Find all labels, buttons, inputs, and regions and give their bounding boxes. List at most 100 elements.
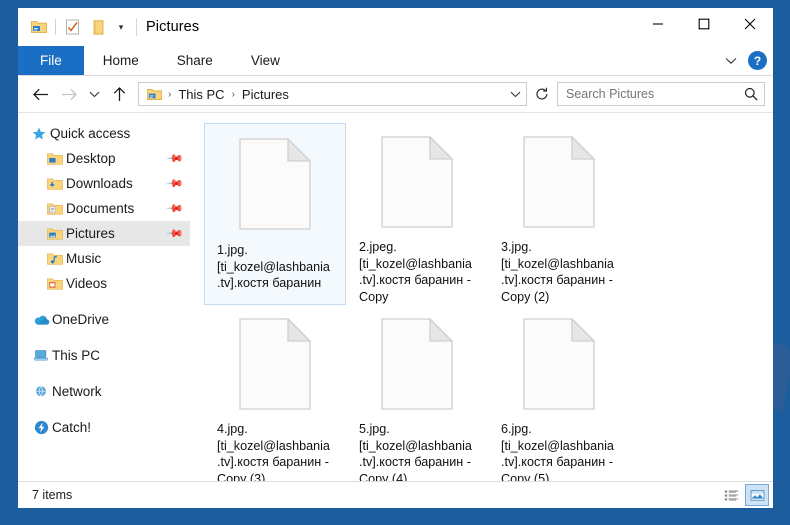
title-bar: ▾ Pictures <box>18 8 773 46</box>
help-icon[interactable]: ? <box>748 51 767 70</box>
item-count: 7 items <box>32 488 73 502</box>
sidebar-item-videos[interactable]: Videos <box>18 271 190 296</box>
blank-document-icon <box>369 313 465 415</box>
desktop-folder-icon <box>44 152 66 166</box>
tab-share[interactable]: Share <box>158 46 232 75</box>
breadcrumb[interactable]: › This PC › Pictures <box>138 82 527 106</box>
qat-separator <box>55 19 56 35</box>
chevron-down-icon[interactable] <box>720 50 742 72</box>
network-icon <box>30 385 52 398</box>
breadcrumb-separator-1: › <box>168 88 172 100</box>
tab-home[interactable]: Home <box>84 46 158 75</box>
ribbon-right-controls: ? <box>720 46 767 75</box>
explorer-body: Quick access Desktop 📌 Downloads 📌 Docum… <box>18 112 773 481</box>
search-box[interactable] <box>557 82 765 106</box>
music-folder-icon <box>44 252 66 266</box>
blank-document-icon <box>511 313 607 415</box>
quick-access-toolbar: ▾ Pictures <box>18 14 199 40</box>
explorer-window: ▾ Pictures File Home Share View ? › This… <box>18 8 773 508</box>
sidebar-item-this-pc[interactable]: This PC <box>18 343 190 368</box>
sidebar-label: This PC <box>52 348 101 363</box>
large-icons-view-icon[interactable] <box>745 484 769 506</box>
recent-locations-icon[interactable] <box>84 81 104 107</box>
file-list[interactable]: 1.jpg.[ti_kozel@lashbania.tv].костя бара… <box>190 113 773 481</box>
blank-document-icon <box>369 131 465 233</box>
sidebar-item-onedrive[interactable]: OneDrive <box>18 307 190 332</box>
file-item[interactable]: 5.jpg.[ti_kozel@lashbania.tv].костя бара… <box>346 305 488 481</box>
downloads-folder-icon <box>44 177 66 191</box>
sidebar-item-network[interactable]: Network <box>18 379 190 404</box>
sidebar-label: Desktop <box>66 151 116 166</box>
tab-file[interactable]: File <box>18 46 84 75</box>
folder-icon[interactable] <box>26 14 52 40</box>
videos-folder-icon <box>44 277 66 291</box>
refresh-icon[interactable] <box>530 82 554 106</box>
pin-icon[interactable]: 📌 <box>166 199 185 218</box>
blank-document-icon <box>227 313 323 415</box>
star-icon <box>28 127 50 141</box>
minimize-icon[interactable] <box>635 8 681 40</box>
sidebar-label: Network <box>52 384 102 399</box>
back-arrow-icon[interactable] <box>28 81 54 107</box>
sidebar-item-desktop[interactable]: Desktop 📌 <box>18 146 190 171</box>
close-icon[interactable] <box>727 8 773 40</box>
sidebar-gap-4 <box>18 404 190 415</box>
breadcrumb-item-pictures[interactable]: Pictures <box>239 87 292 102</box>
sidebar-gap-2 <box>18 332 190 343</box>
pin-icon[interactable]: 📌 <box>166 174 185 193</box>
sidebar-item-quick-access[interactable]: Quick access <box>18 121 190 146</box>
breadcrumb-dropdown-icon[interactable] <box>506 83 524 105</box>
sidebar-gap-3 <box>18 368 190 379</box>
sidebar-item-pictures[interactable]: Pictures 📌 <box>18 221 190 246</box>
window-title: Pictures <box>146 19 200 35</box>
sidebar-label: Documents <box>66 201 135 216</box>
sidebar-label: Catch! <box>52 420 92 435</box>
breadcrumb-separator-2: › <box>231 88 235 100</box>
file-item[interactable]: 2.jpeg.[ti_kozel@lashbania.tv].костя бар… <box>346 123 488 305</box>
properties-icon[interactable] <box>59 14 85 40</box>
file-name: 5.jpg.[ti_kozel@lashbania.tv].костя бара… <box>359 422 472 481</box>
breadcrumb-folder-icon <box>144 84 164 104</box>
file-name: 1.jpg.[ti_kozel@lashbania.tv].костя бара… <box>217 243 330 290</box>
sidebar-label: Downloads <box>66 176 133 191</box>
catch-icon <box>30 420 52 435</box>
sidebar-item-downloads[interactable]: Downloads 📌 <box>18 171 190 196</box>
this-pc-icon <box>30 349 52 362</box>
file-item[interactable]: 4.jpg.[ti_kozel@lashbania.tv].костя бара… <box>204 305 346 481</box>
sidebar-item-catch[interactable]: Catch! <box>18 415 190 440</box>
sidebar-label: OneDrive <box>52 312 110 327</box>
breadcrumb-item-this-pc[interactable]: This PC <box>175 87 227 102</box>
sidebar-gap-1 <box>18 296 190 307</box>
sidebar-label: Videos <box>66 276 108 291</box>
view-buttons <box>719 484 769 506</box>
maximize-icon[interactable] <box>681 8 727 40</box>
blank-document-icon <box>227 132 323 236</box>
sidebar-item-music[interactable]: Music <box>18 246 190 271</box>
sidebar-label: Music <box>66 251 102 266</box>
navigation-pane: Quick access Desktop 📌 Downloads 📌 Docum… <box>18 113 190 481</box>
file-name: 2.jpeg.[ti_kozel@lashbania.tv].костя бар… <box>359 240 472 304</box>
onedrive-icon <box>30 314 52 326</box>
file-item[interactable]: 3.jpg.[ti_kozel@lashbania.tv].костя бара… <box>488 123 630 305</box>
file-name: 6.jpg.[ti_kozel@lashbania.tv].костя бара… <box>501 422 614 481</box>
search-icon[interactable] <box>742 85 760 103</box>
forward-arrow-icon <box>56 81 82 107</box>
sidebar-item-documents[interactable]: Documents 📌 <box>18 196 190 221</box>
file-name: 3.jpg.[ti_kozel@lashbania.tv].костя бара… <box>501 240 614 304</box>
title-separator <box>136 18 137 36</box>
sidebar-label: Pictures <box>66 226 115 241</box>
file-item[interactable]: 6.jpg.[ti_kozel@lashbania.tv].костя бара… <box>488 305 630 481</box>
file-name: 4.jpg.[ti_kozel@lashbania.tv].костя бара… <box>217 422 330 481</box>
ribbon-tabs: File Home Share View ? <box>18 46 773 76</box>
search-input[interactable] <box>566 87 742 101</box>
qat-dropdown-icon[interactable]: ▾ <box>111 15 131 39</box>
file-item[interactable]: 1.jpg.[ti_kozel@lashbania.tv].костя бара… <box>204 123 346 305</box>
details-view-icon[interactable] <box>719 484 743 506</box>
address-bar: › This PC › Pictures <box>18 76 773 112</box>
pin-icon[interactable]: 📌 <box>166 149 185 168</box>
up-arrow-icon[interactable] <box>106 81 132 107</box>
sidebar-label: Quick access <box>50 126 131 141</box>
pin-icon[interactable]: 📌 <box>166 224 185 243</box>
new-folder-icon[interactable] <box>85 14 111 40</box>
tab-view[interactable]: View <box>232 46 299 75</box>
